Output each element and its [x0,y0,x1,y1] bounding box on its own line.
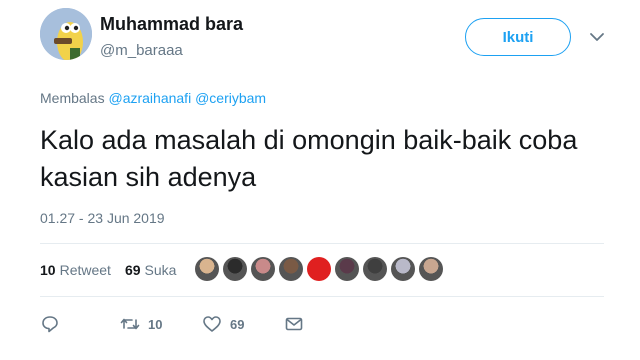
liker-avatar[interactable] [279,257,303,281]
user-name[interactable]: Muhammad bara [100,14,243,35]
tweet-stats: 10 Retweet 69 Suka [40,262,176,278]
like-stat-label: Suka [144,262,177,278]
retweet-stat-count: 10 [40,262,56,278]
reply-button[interactable] [40,314,120,334]
tweet-card: Muhammad bara @m_baraaa Ikuti Membalas @… [0,0,640,360]
retweet-icon [120,318,140,330]
liker-avatar[interactable] [419,257,443,281]
like-stat[interactable]: 69 Suka [125,262,177,278]
liker-avatar[interactable] [195,257,219,281]
reply-prefix: Membalas [40,90,105,106]
heart-icon [203,316,221,332]
tweet-timestamp[interactable]: 01.27 - 23 Jun 2019 [40,210,165,226]
divider [40,296,604,297]
retweet-stat-label: Retweet [59,262,111,278]
liker-avatar[interactable] [391,257,415,281]
retweet-count: 10 [148,316,163,332]
like-stat-count: 69 [124,262,141,278]
avatar[interactable] [40,8,92,60]
liker-avatars [195,257,443,281]
liker-avatar[interactable] [363,257,387,281]
mention-link[interactable]: @azraihanafi [108,90,191,106]
liker-avatar[interactable] [223,257,247,281]
like-button[interactable]: 69 [202,314,284,334]
user-handle[interactable]: @m_baraaa [100,42,183,59]
tweet-actions: 10 69 [40,314,304,334]
liker-avatar[interactable] [307,257,331,281]
mention-link[interactable]: @ceriybam [195,90,266,106]
retweet-stat[interactable]: 10 Retweet [40,262,111,278]
chevron-down-icon[interactable] [588,28,606,46]
message-button[interactable] [284,314,304,334]
retweet-button[interactable]: 10 [120,314,202,334]
envelope-icon [285,317,303,331]
liker-avatar[interactable] [335,257,359,281]
tweet-text: Kalo ada masalah di omongin baik-baik co… [40,125,578,192]
replying-to: Membalas @azraihanafi @ceriybam [40,90,266,106]
liker-avatar[interactable] [251,257,275,281]
reply-icon [42,316,58,333]
divider [40,243,604,244]
like-count: 69 [230,316,245,332]
follow-button[interactable]: Ikuti [465,18,571,56]
